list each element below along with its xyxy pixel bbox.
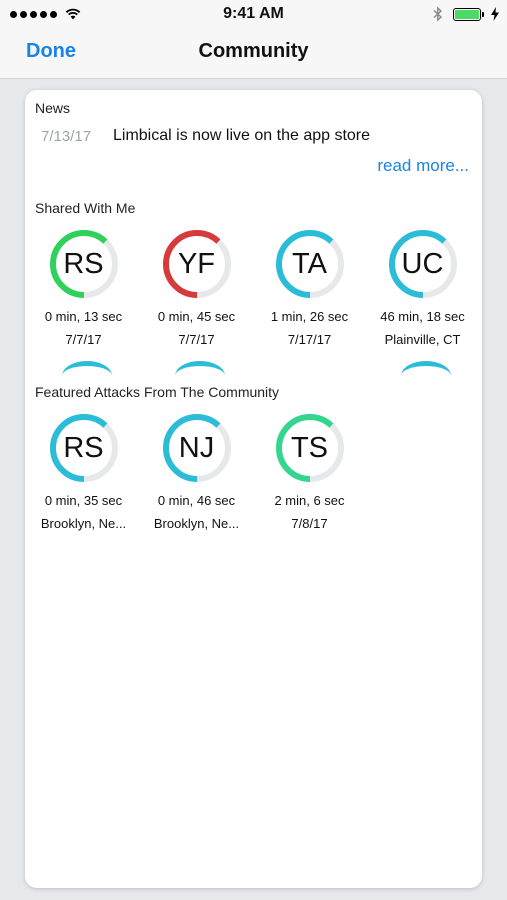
community-card: News 7/13/17 Limbical is now live on the… (25, 90, 482, 888)
tile-detail: 7/7/17 (178, 332, 215, 347)
progress-ring: TS (275, 413, 345, 483)
avatar-initials: UC (401, 248, 444, 280)
news-headline: Limbical is now live on the app store (113, 127, 371, 144)
news-section-title: News (35, 100, 71, 116)
read-more-link[interactable]: read more... (377, 156, 469, 176)
status-bar: 9:41 AM (0, 0, 507, 28)
featured-section-title: Featured Attacks From The Community (35, 384, 280, 400)
avatar-initials: RS (63, 432, 104, 464)
progress-ring: UC (388, 229, 458, 299)
progress-ring: TA (275, 229, 345, 299)
avatar-initials: TS (290, 432, 329, 464)
page-title: Community (198, 40, 309, 62)
avatar-initials: NJ (178, 432, 215, 464)
tile-detail: Brooklyn, Ne... (40, 516, 127, 531)
tile-detail: 7/17/17 (287, 332, 332, 347)
charging-icon (491, 7, 499, 21)
shared-tile[interactable]: YF 0 min, 45 sec 7/7/17 (140, 229, 253, 347)
featured-tile[interactable]: TS 2 min, 6 sec 7/8/17 (253, 413, 366, 531)
progress-ring: RS (49, 413, 119, 483)
tile-detail: 7/8/17 (291, 516, 328, 531)
tile-detail: Plainville, CT (384, 332, 461, 347)
avatar-initials: RS (63, 248, 104, 280)
tile-duration: 0 min, 46 sec (157, 493, 236, 508)
tile-detail: 7/7/17 (65, 332, 102, 347)
news-date: 7/13/17 (41, 128, 92, 145)
shared-tile[interactable]: TA 1 min, 26 sec 7/17/17 (253, 229, 366, 347)
status-time: 9:41 AM (223, 5, 284, 22)
battery-icon (453, 7, 484, 21)
navigation-bar: Done Community (0, 28, 507, 79)
shared-row-overflow[interactable] (27, 361, 480, 375)
featured-tile[interactable]: RS 0 min, 35 sec Brooklyn, Ne... (27, 413, 140, 531)
shared-tile[interactable]: RS 0 min, 13 sec 7/7/17 (27, 229, 140, 347)
tile-duration: 2 min, 6 sec (274, 493, 345, 508)
shared-tile[interactable]: UC 46 min, 18 sec Plainville, CT (366, 229, 479, 347)
avatar-initials: TA (292, 248, 327, 280)
tile-duration: 0 min, 45 sec (157, 309, 236, 324)
featured-tile[interactable]: NJ 0 min, 46 sec Brooklyn, Ne... (140, 413, 253, 531)
tile-duration: 1 min, 26 sec (270, 309, 349, 324)
shared-section-title: Shared With Me (35, 200, 136, 216)
progress-ring: RS (49, 229, 119, 299)
avatar-initials: YF (177, 248, 216, 280)
tile-detail: Brooklyn, Ne... (153, 516, 240, 531)
progress-ring: YF (162, 229, 232, 299)
tile-duration: 46 min, 18 sec (380, 309, 465, 324)
progress-ring: NJ (162, 413, 232, 483)
tile-duration: 0 min, 13 sec (44, 309, 123, 324)
bluetooth-icon (433, 6, 443, 22)
tile-duration: 0 min, 35 sec (44, 493, 123, 508)
